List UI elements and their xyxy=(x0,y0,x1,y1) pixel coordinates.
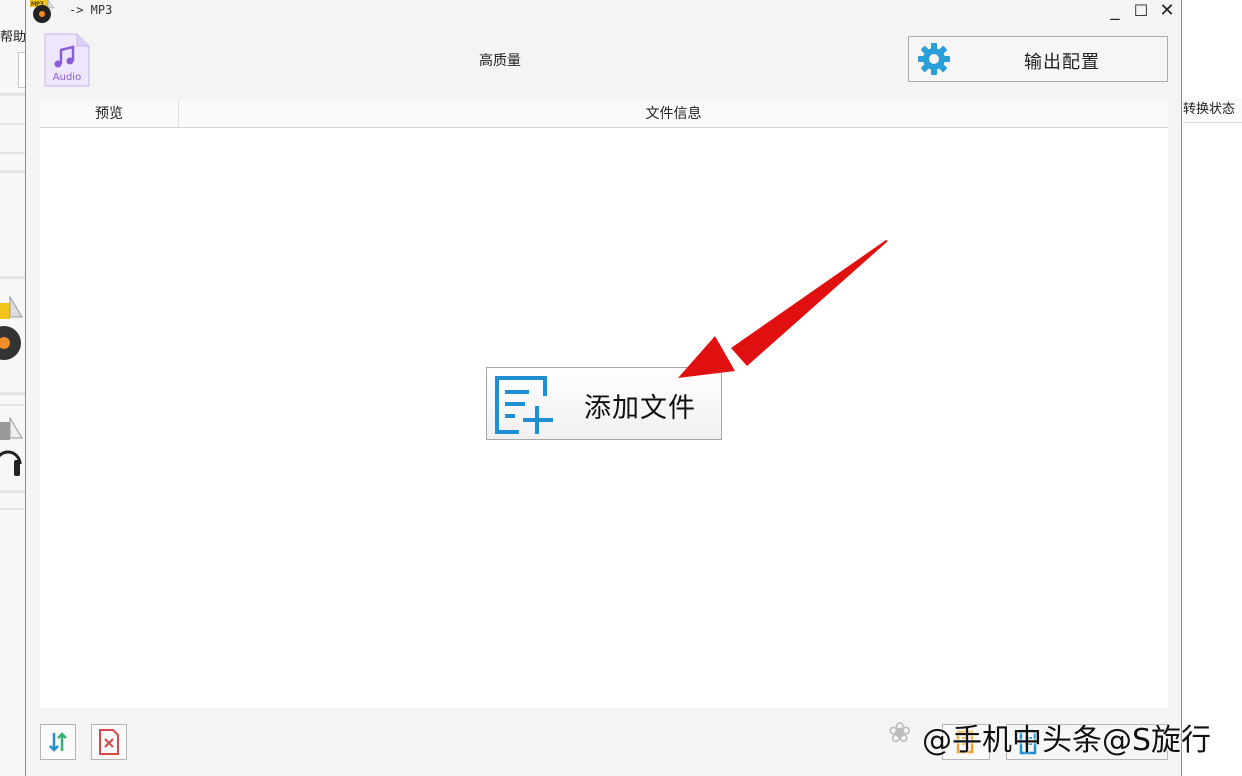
maximize-button[interactable]: ☐ xyxy=(1128,0,1154,22)
divider xyxy=(0,93,25,96)
audio-icon-label: Audio xyxy=(53,72,81,83)
gear-icon xyxy=(918,43,950,75)
sort-button[interactable] xyxy=(40,724,76,760)
convert-icon xyxy=(1019,729,1037,755)
add-file-icon xyxy=(495,376,553,434)
audio-file-thumbnail-icon xyxy=(0,412,25,482)
menu-help[interactable]: 帮助 xyxy=(0,26,25,45)
folder-add-icon xyxy=(956,730,974,754)
background-app-right: 转换状态 xyxy=(1183,0,1242,776)
divider xyxy=(0,490,25,493)
divider xyxy=(0,152,25,154)
background-app-left: 帮助 xyxy=(0,0,25,776)
file-list-area[interactable]: 添加文件 xyxy=(40,128,1168,708)
divider xyxy=(0,508,25,510)
divider xyxy=(0,123,25,125)
delete-button[interactable] xyxy=(91,724,127,760)
sort-arrows-icon xyxy=(49,732,67,752)
add-folder-button[interactable] xyxy=(942,724,990,760)
title-bar[interactable]: MP3 -> MP3 _ ☐ ✕ xyxy=(26,0,1181,24)
divider xyxy=(0,404,25,406)
file-table-header: 预览 文件信息 xyxy=(40,100,1168,128)
audio-format-icon: Audio xyxy=(43,32,91,88)
quality-label: 高质量 xyxy=(479,53,521,69)
delete-file-icon xyxy=(99,729,119,755)
divider xyxy=(0,170,25,173)
background-toolbar-box xyxy=(18,52,25,88)
video-file-thumbnail-icon xyxy=(0,295,25,365)
format-dialog: MP3 -> MP3 _ ☐ ✕ Audio 高质量 输出配置 预览 文件信息 … xyxy=(25,0,1182,776)
mp3-app-icon: MP3 xyxy=(30,0,56,23)
output-config-label: 输出配置 xyxy=(1024,52,1100,73)
column-header-status: 转换状态 xyxy=(1183,98,1242,123)
output-config-button[interactable]: 输出配置 xyxy=(908,36,1168,82)
add-file-label: 添加文件 xyxy=(584,393,696,424)
divider xyxy=(0,276,25,279)
dialog-footer xyxy=(26,708,1181,776)
minimize-button[interactable]: _ xyxy=(1102,0,1128,22)
dialog-header: Audio 高质量 输出配置 xyxy=(26,24,1181,98)
divider xyxy=(0,392,25,395)
window-title: -> MP3 xyxy=(69,3,113,17)
close-button[interactable]: ✕ xyxy=(1154,0,1180,22)
column-header-preview[interactable]: 预览 xyxy=(40,100,179,127)
column-header-file-info[interactable]: 文件信息 xyxy=(179,100,1168,127)
add-file-button[interactable]: 添加文件 xyxy=(486,367,722,440)
start-convert-button[interactable] xyxy=(1006,724,1168,760)
